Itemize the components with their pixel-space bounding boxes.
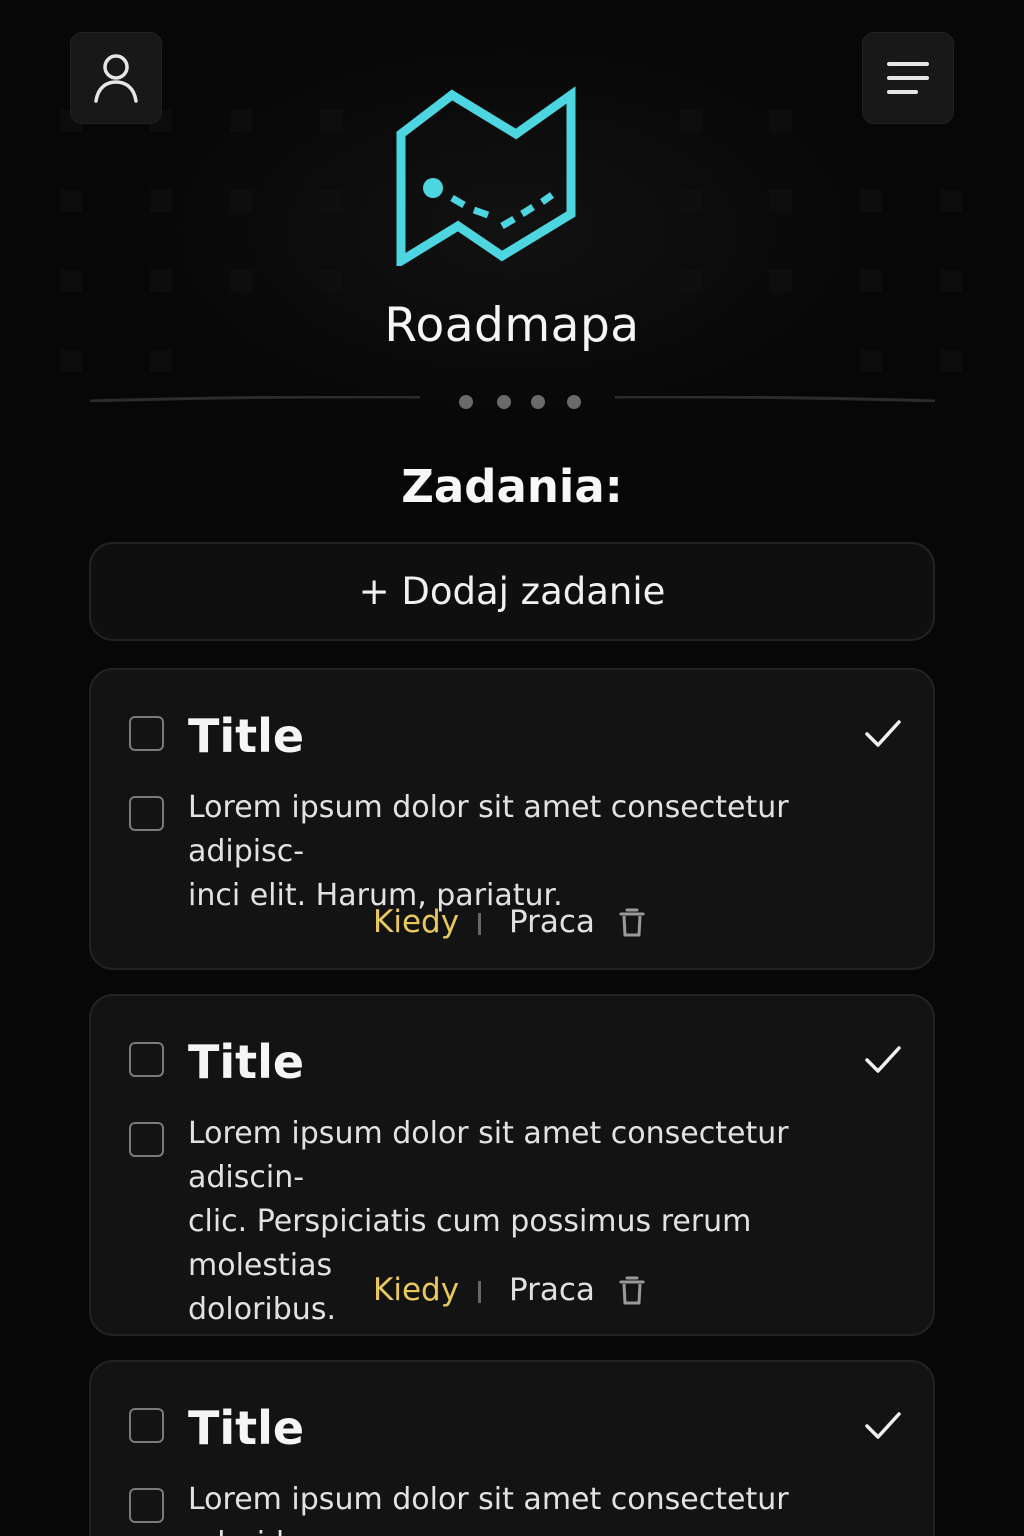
page-dot[interactable] [531, 395, 545, 409]
task-category: Praca [509, 904, 595, 940]
task-description-checkbox[interactable] [129, 1122, 164, 1157]
checkmark-icon[interactable] [863, 1408, 903, 1442]
checkmark-icon[interactable] [863, 716, 903, 750]
task-title-checkbox[interactable] [129, 1408, 164, 1443]
task-title-checkbox[interactable] [129, 716, 164, 751]
page-indicator [459, 395, 589, 411]
task-description: Lorem ipsum dolor sit amet consectetur o… [188, 1482, 789, 1536]
meta-separator [478, 913, 481, 935]
app-title: Roadmapa [384, 298, 640, 353]
profile-button[interactable] [70, 32, 162, 124]
header-divider-left [90, 396, 420, 402]
task-title: Title [188, 709, 305, 763]
task-meta-row: Kiedy Praca [91, 904, 937, 944]
task-description: Lorem ipsum dolor sit amet consectetur a… [188, 790, 789, 913]
add-task-button[interactable]: + Dodaj zadanie [89, 542, 935, 641]
task-description-checkbox[interactable] [129, 1488, 164, 1523]
checkmark-icon[interactable] [863, 1042, 903, 1076]
page-dot[interactable] [497, 395, 511, 409]
trash-icon[interactable] [619, 1274, 645, 1306]
task-card: Title Lorem ipsum dolor sit amet consect… [89, 994, 935, 1336]
header-divider-right [615, 396, 935, 402]
roadmap-logo-icon [396, 86, 576, 266]
hamburger-menu-icon [887, 62, 929, 94]
user-icon [94, 54, 138, 103]
task-meta-row: Kiedy Praca [91, 1272, 937, 1312]
page-dot[interactable] [459, 395, 473, 409]
task-title: Title [188, 1035, 305, 1089]
task-title-checkbox[interactable] [129, 1042, 164, 1077]
task-card: Title Lorem ipsum dolor sit amet consect… [89, 668, 935, 970]
task-when-link[interactable]: Kiedy [373, 1272, 459, 1308]
trash-icon[interactable] [619, 906, 645, 938]
task-title: Title [188, 1401, 305, 1455]
add-task-button-label: + Dodaj zadanie [358, 570, 666, 613]
tasks-heading: Zadania: [401, 460, 623, 513]
task-description-checkbox[interactable] [129, 796, 164, 831]
page-dot[interactable] [567, 395, 581, 409]
task-card: Title Lorem ipsum dolor sit amet consect… [89, 1360, 935, 1536]
meta-separator [478, 1281, 481, 1303]
task-when-link[interactable]: Kiedy [373, 904, 459, 940]
menu-button[interactable] [862, 32, 954, 124]
task-category: Praca [509, 1272, 595, 1308]
app-screen: Roadmapa Zadania: + Dodaj zadanie Title … [0, 0, 1024, 1536]
